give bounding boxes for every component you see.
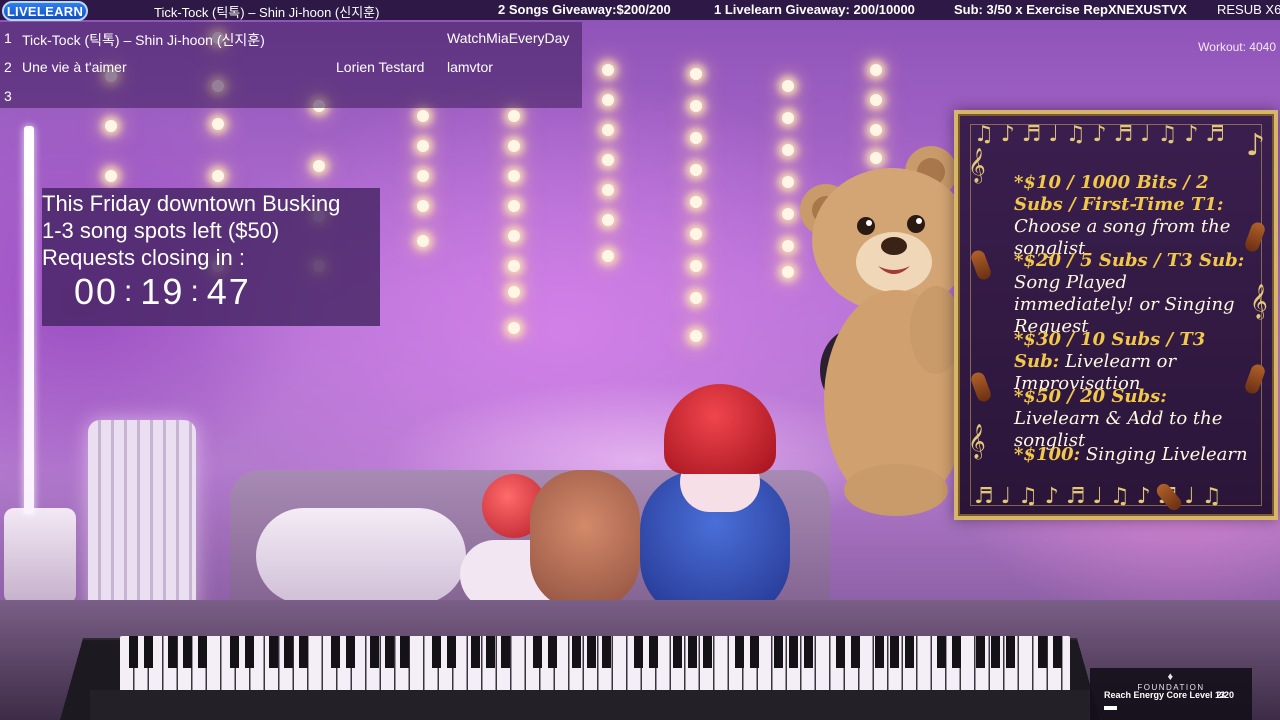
queue-row: 3 — [0, 88, 582, 106]
livelearn-badge: LIVELEARN — [2, 1, 88, 21]
sub-exercise-counter: Sub: 3/50 x Exercise Rep — [954, 2, 1108, 17]
countdown-timer: 00 : 19 : 47 — [74, 271, 251, 312]
donation-tiers-panel: ♫ ♪ ♬ ♩ ♫ ♪ ♬ ♩ ♫ ♪ ♬ ♬ ♩ ♫ ♪ ♬ ♩ ♫ ♪ ♬ … — [954, 110, 1278, 520]
tier-100: *$100: Singing Livelearn — [1014, 444, 1250, 466]
treble-clef-icon: 𝄞 — [968, 148, 986, 183]
busking-line: 1-3 song spots left ($50) — [42, 218, 280, 243]
piano-control-panel — [90, 690, 1090, 720]
music-notes-border-bottom: ♬ ♩ ♫ ♪ ♬ ♩ ♫ ♪ ♬ ♩ ♫ — [974, 483, 1222, 509]
countdown-separator: : — [124, 275, 135, 308]
stream-top-bar: LIVELEARN Tick-Tock (틱톡) – Shin Ji-hoon … — [0, 0, 1280, 21]
busking-line: Requests closing in : — [42, 245, 245, 270]
vertical-progress-bar — [24, 126, 34, 514]
music-notes-border-top: ♫ ♪ ♬ ♩ ♫ ♪ ♬ ♩ ♫ ♪ ♬ — [974, 121, 1226, 147]
radiator-heater — [88, 420, 196, 620]
queue-number: 3 — [4, 88, 12, 104]
tier-price: *$50 / 20 Subs: — [1014, 386, 1167, 407]
tier-reward: Singing Livelearn — [1085, 444, 1248, 465]
flame-icon: ♦ — [1167, 671, 1175, 683]
saxophone-icon: ♪ — [1246, 128, 1266, 163]
white-stool — [4, 508, 76, 604]
workout-counter: Workout: 4040 — [1198, 40, 1276, 54]
busking-announcement: This Friday downtown Busking 1-3 song sp… — [42, 188, 380, 326]
tier-10: *$10 / 1000 Bits / 2 Subs / First-Time T… — [1014, 172, 1250, 260]
quest-progress-bar — [1104, 706, 1117, 710]
foundation-logo: ♦ FOUNDATION — [1090, 671, 1252, 693]
tier-20: *$20 / 5 Subs / T3 Sub: Song Played imme… — [1014, 250, 1250, 338]
foundation-quest-widget: ♦ FOUNDATION Reach Energy Core Level 13 … — [1090, 668, 1252, 720]
tier-price: *$20 / 5 Subs / T3 Sub: — [1014, 250, 1245, 271]
countdown-minutes: 19 — [140, 271, 185, 312]
queue-song-title: Tick-Tock (틱톡) – Shin Ji-hoon (신지훈) — [22, 32, 265, 48]
countdown-seconds: 47 — [206, 271, 251, 312]
queue-number: 1 — [4, 30, 12, 46]
tier-50: *$50 / 20 Subs: Livelearn & Add to the s… — [1014, 386, 1250, 452]
countdown-hours: 00 — [74, 271, 119, 312]
queue-row: 2 Une vie à t'aimer Lorien Testard lamvt… — [0, 59, 582, 77]
busking-line: This Friday downtown Busking — [42, 191, 341, 216]
queue-number: 2 — [4, 59, 12, 75]
songs-giveaway-counter: 2 Songs Giveaway:$200/200 — [498, 2, 671, 17]
body-pillow — [256, 508, 466, 604]
quest-description: Reach Energy Core Level 13 — [1104, 690, 1226, 700]
queue-row: 1 Tick-Tock (틱톡) – Shin Ji-hoon (신지훈) Wa… — [0, 30, 582, 48]
tier-reward: Song Played immediately! or Singing Requ… — [1014, 272, 1235, 337]
now-playing-title: Tick-Tock (틱톡) – Shin Ji-hoon (신지훈) — [154, 5, 380, 20]
livelearn-giveaway-counter: 1 Livelearn Giveaway: 200/10000 — [714, 2, 915, 17]
tier-price: *$100: — [1014, 444, 1081, 465]
brown-bear-plush — [530, 470, 640, 610]
countdown-separator: : — [190, 275, 201, 308]
queue-requester: WatchMiaEveryDay — [447, 30, 570, 46]
tier-price: *$10 / 1000 Bits / 2 Subs / First-Time T… — [1014, 172, 1224, 215]
queue-artist: Lorien Testard — [336, 59, 425, 75]
song-queue: 1 Tick-Tock (틱톡) – Shin Ji-hoon (신지훈) Wa… — [0, 22, 582, 108]
queue-requester: lamvtor — [447, 59, 493, 75]
queue-song-title: Une vie à t'aimer — [22, 59, 127, 75]
treble-clef-icon: 𝄞 — [1250, 284, 1268, 319]
piano-black-keys — [120, 636, 1070, 668]
quest-progress-count: 2/20 — [1216, 690, 1234, 700]
treble-clef-icon: 𝄞 — [968, 424, 986, 459]
resub-alert: RESUB X6 — [1217, 2, 1280, 17]
alert-username: XNEXUSTVX — [1108, 2, 1187, 17]
